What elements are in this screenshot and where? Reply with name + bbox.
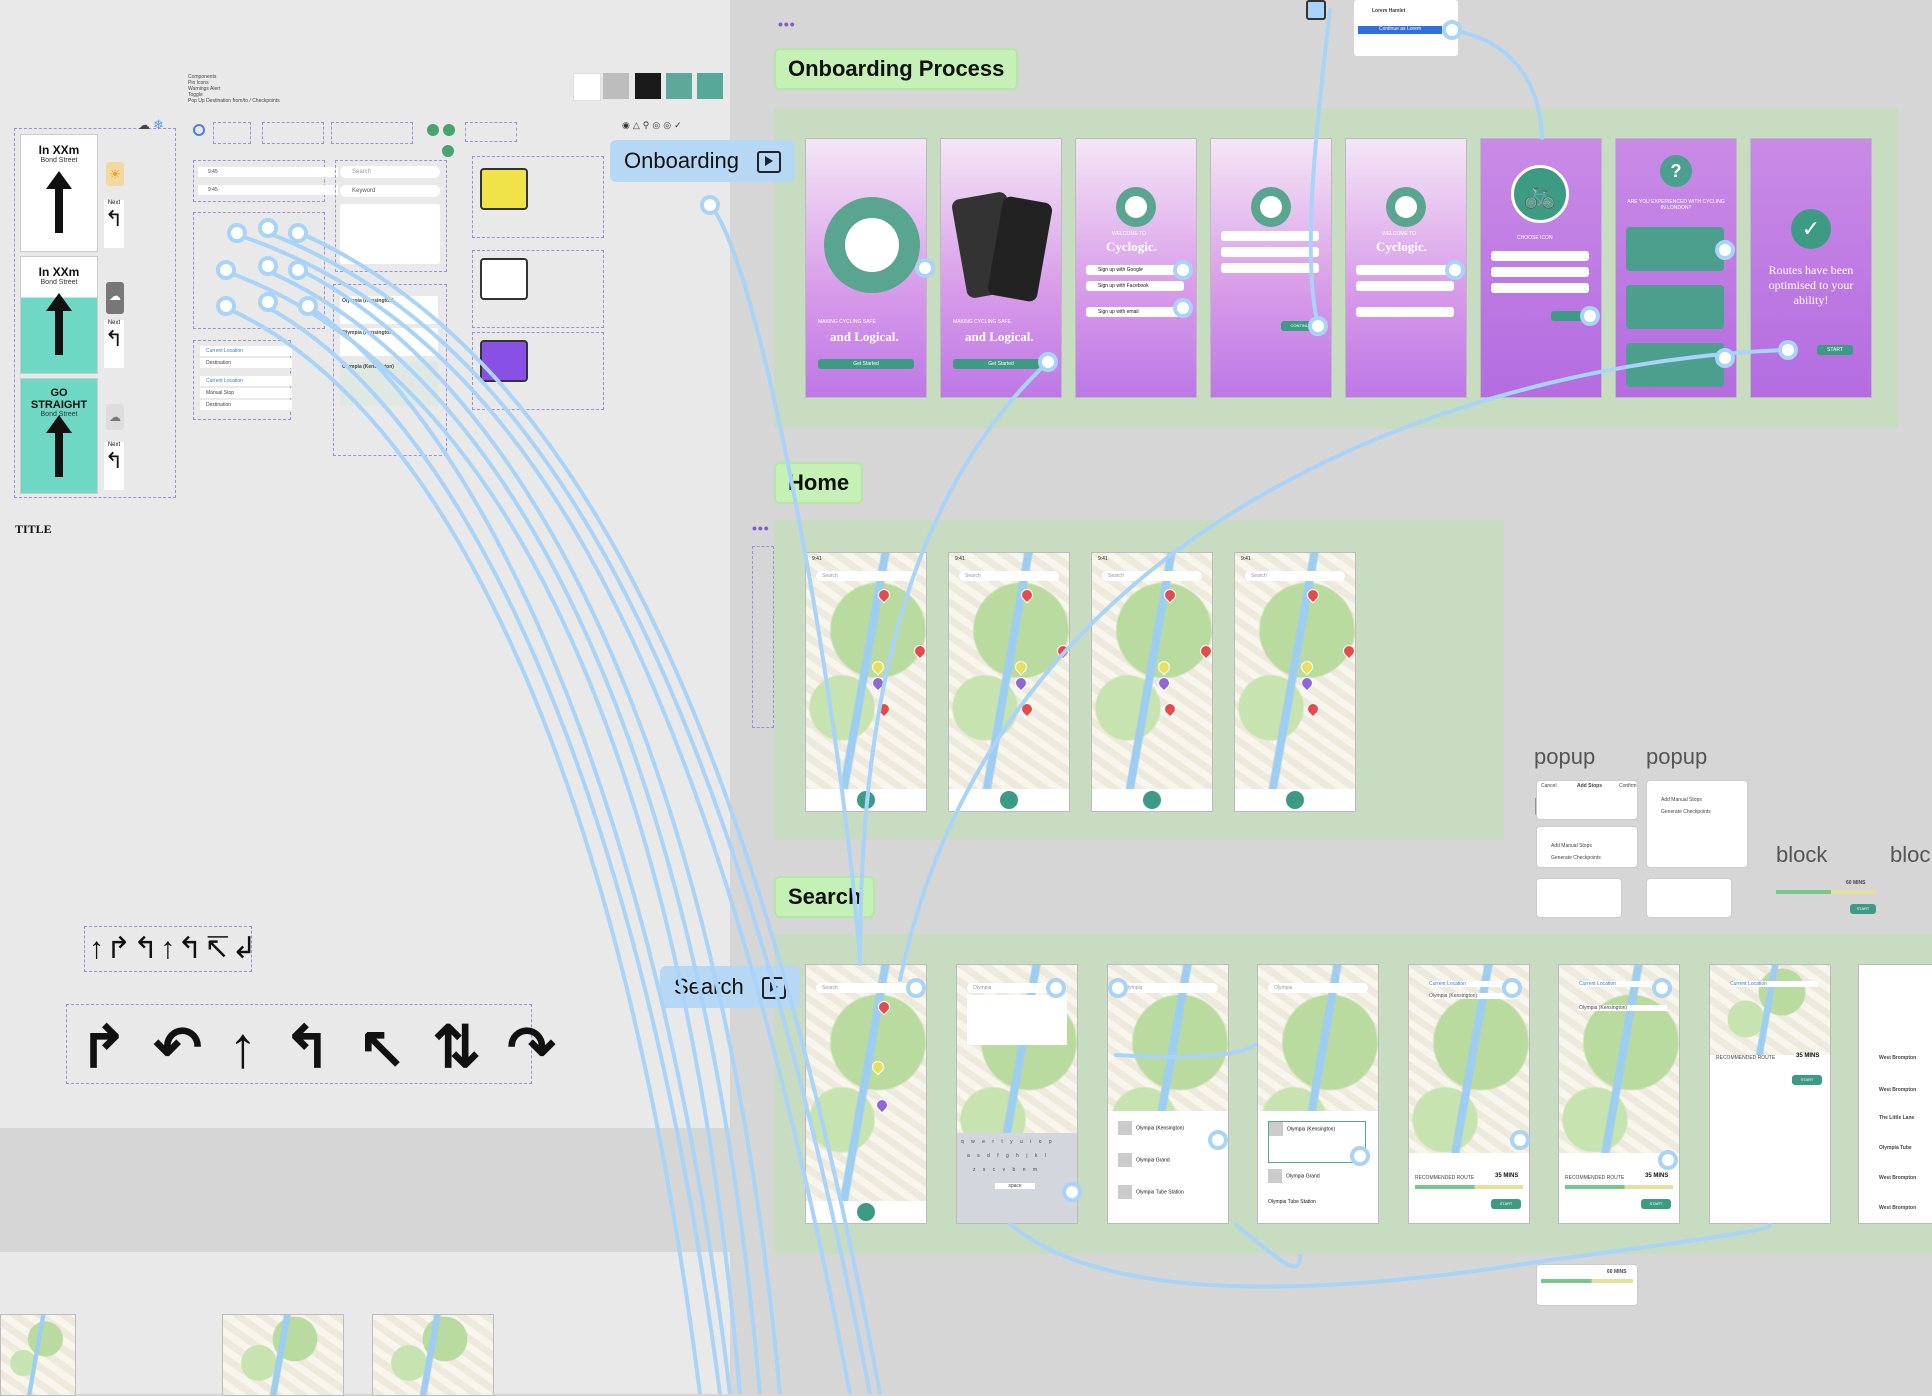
prototype-connections: [216, 8, 1798, 1394]
hotspot[interactable]: [1778, 340, 1798, 360]
hotspot[interactable]: [1445, 260, 1465, 280]
hotspot[interactable]: [216, 260, 236, 280]
hotspot[interactable]: [1715, 348, 1735, 368]
hotspot[interactable]: [258, 292, 278, 312]
hotspot[interactable]: [1062, 1182, 1082, 1202]
connection-line: [230, 231, 852, 1394]
hotspot[interactable]: [288, 260, 308, 280]
hotspot[interactable]: [1350, 1146, 1370, 1166]
hotspot[interactable]: [1208, 1130, 1228, 1150]
hotspot[interactable]: [700, 195, 720, 215]
connection-line: [898, 348, 1787, 982]
hotspot[interactable]: [906, 978, 926, 998]
hotspot[interactable]: [1308, 316, 1328, 336]
hotspot[interactable]: [1108, 978, 1128, 998]
hotspot[interactable]: [227, 223, 247, 243]
hotspot[interactable]: [1173, 260, 1193, 280]
hotspot[interactable]: [915, 258, 935, 278]
hotspot[interactable]: [1173, 298, 1193, 318]
hotspot[interactable]: [298, 296, 318, 316]
hotspot[interactable]: [1658, 1150, 1678, 1170]
connection-line: [220, 268, 742, 1394]
hotspot[interactable]: [1652, 978, 1672, 998]
connection-line: [1008, 1222, 1772, 1289]
connection-line: [1114, 1043, 1257, 1059]
connection-line: [220, 304, 702, 1394]
hotspot[interactable]: [1038, 352, 1058, 372]
hotspot[interactable]: [1715, 240, 1735, 260]
hotspot[interactable]: [258, 218, 278, 238]
connection-line: [1450, 28, 1544, 140]
hotspot[interactable]: [1442, 20, 1462, 40]
hotspot[interactable]: [1510, 1130, 1530, 1150]
hotspot[interactable]: [258, 256, 278, 276]
hotspot[interactable]: [1046, 978, 1066, 998]
connection-line: [858, 358, 1052, 966]
connection-line: [1234, 1223, 1302, 1269]
hotspot[interactable]: [288, 223, 308, 243]
connection-line: [1308, 8, 1332, 327]
hotspot[interactable]: [216, 296, 236, 316]
hotspot[interactable]: [1580, 306, 1600, 326]
hotspot[interactable]: [1502, 978, 1522, 998]
